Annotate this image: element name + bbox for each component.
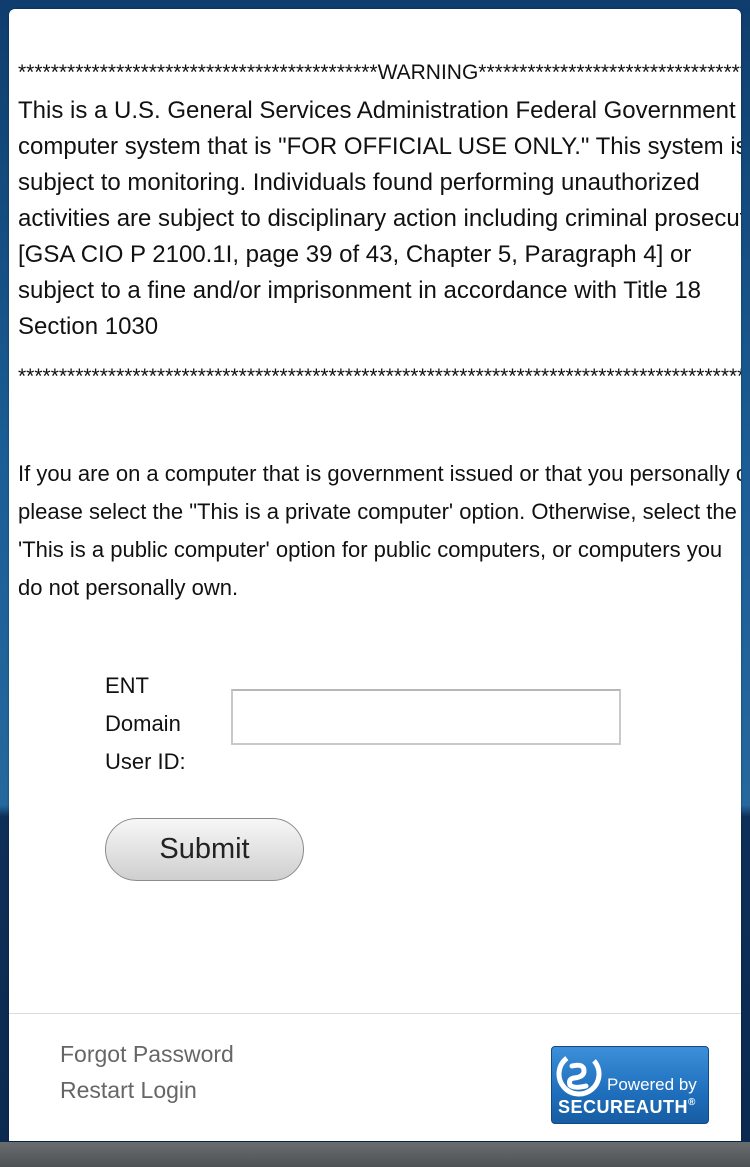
badge-brand-text: SECUREAUTH® (558, 1097, 696, 1118)
warning-stars-top: ****************************************… (18, 61, 741, 84)
login-content: ****************************************… (18, 9, 741, 1009)
instruction-line: 'This is a public computer' option for p… (18, 537, 723, 562)
computer-type-instructions: If you are on a computer that is governm… (18, 455, 741, 607)
secureauth-logo-icon (556, 1051, 602, 1097)
user-id-label-line: Domain (105, 711, 181, 736)
warning-line: computer system that is "FOR OFFICIAL US… (18, 133, 741, 160)
secureauth-badge[interactable]: Powered by SECUREAUTH® (551, 1046, 709, 1124)
footer-links: Forgot Password Restart Login (60, 1036, 234, 1108)
warning-notice: This is a U.S. General Services Administ… (18, 93, 741, 345)
badge-powered-text: Powered by (607, 1075, 697, 1094)
warning-stars-bottom: ****************************************… (18, 365, 741, 388)
instruction-line: do not personally own. (18, 575, 239, 600)
warning-line: activities are subject to disciplinary a… (18, 205, 741, 232)
badge-trademark: ® (688, 1097, 696, 1108)
login-card: ****************************************… (9, 9, 741, 1141)
warning-line: This is a U.S. General Services Administ… (18, 97, 736, 124)
instruction-line: If you are on a computer that is governm… (18, 461, 741, 486)
user-id-label: ENT Domain User ID: (105, 667, 186, 781)
forgot-password-link[interactable]: Forgot Password (60, 1036, 234, 1072)
warning-line: Section 1030 (18, 313, 159, 340)
warning-line: [GSA CIO P 2100.1I, page 39 of 43, Chapt… (18, 241, 692, 268)
instruction-line: please select the "This is a private com… (18, 499, 737, 524)
footer-divider (9, 1013, 741, 1014)
warning-line: subject to monitoring. Individuals found… (18, 169, 700, 196)
user-id-label-line: User ID: (105, 749, 186, 774)
user-id-label-line: ENT (105, 673, 149, 698)
warning-line: subject to a fine and/or imprisonment in… (18, 277, 702, 304)
user-id-input[interactable] (231, 689, 621, 745)
submit-button[interactable]: Submit (105, 818, 304, 881)
restart-login-link[interactable]: Restart Login (60, 1072, 234, 1108)
bottom-toolbar (0, 1142, 750, 1167)
badge-brand-name: SECUREAUTH (558, 1097, 689, 1117)
